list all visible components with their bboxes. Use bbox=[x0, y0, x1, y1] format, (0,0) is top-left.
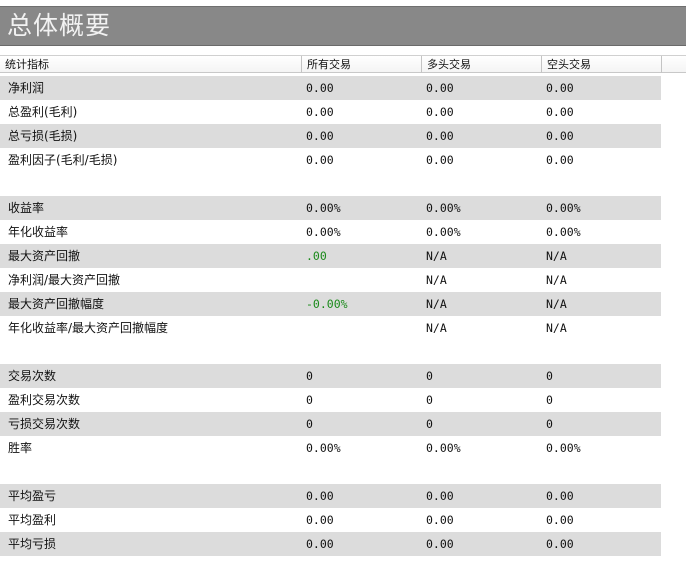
value-all-trades: 0 bbox=[306, 417, 313, 431]
value-all-trades: 0.00 bbox=[306, 537, 334, 551]
row-label: 年化收益率 bbox=[8, 225, 69, 239]
summary-title: 总体概要 bbox=[7, 11, 112, 40]
row-label: 亏损交易次数 bbox=[8, 417, 81, 431]
value-short-trades: 0.00 bbox=[546, 513, 574, 527]
row-label: 净利润/最大资产回撤 bbox=[8, 273, 121, 287]
table-row-winning-trades: 盈利交易次数 0 0 0 bbox=[0, 388, 661, 412]
value-short-trades: 0.00 bbox=[546, 81, 574, 95]
column-header-row: 统计指标 所有交易 多头交易 空头交易 bbox=[0, 55, 686, 73]
value-long-trades: 0.00 bbox=[426, 153, 454, 167]
value-long-trades: 0 bbox=[426, 393, 433, 407]
value-short-trades: N/A bbox=[546, 273, 567, 287]
value-all-trades: 0.00% bbox=[306, 201, 341, 215]
value-short-trades: 0.00 bbox=[546, 105, 574, 119]
value-short-trades: 0.00% bbox=[546, 201, 581, 215]
value-all-trades: 0.00 bbox=[306, 105, 334, 119]
row-label: 胜率 bbox=[8, 441, 33, 455]
row-label: 总亏损(毛损) bbox=[8, 129, 78, 143]
table-row-max-drawdown: 最大资产回撤 .00 N/A N/A bbox=[0, 244, 661, 268]
value-short-trades: 0.00% bbox=[546, 441, 581, 455]
table-row-net-profit: 净利润 0.00 0.00 0.00 bbox=[0, 76, 661, 100]
value-all-trades: 0 bbox=[306, 393, 313, 407]
row-label: 盈利交易次数 bbox=[8, 393, 81, 407]
summary-table: 净利润 0.00 0.00 0.00 总盈利(毛利) 0.00 0.00 0.0… bbox=[0, 76, 661, 556]
table-spacer bbox=[0, 172, 661, 196]
column-header-metric[interactable]: 统计指标 bbox=[0, 56, 302, 73]
value-all-trades: 0.00 bbox=[306, 129, 334, 143]
table-row-profit-factor: 盈利因子(毛利/毛损) 0.00 0.00 0.00 bbox=[0, 148, 661, 172]
column-header-all-trades[interactable]: 所有交易 bbox=[302, 56, 422, 73]
value-short-trades: 0 bbox=[546, 417, 553, 431]
row-label: 收益率 bbox=[8, 201, 45, 215]
table-row-avg-loss: 平均亏损 0.00 0.00 0.00 bbox=[0, 532, 661, 556]
value-short-trades: 0.00% bbox=[546, 225, 581, 239]
value-long-trades: 0.00 bbox=[426, 81, 454, 95]
row-label: 平均盈亏 bbox=[8, 489, 57, 503]
value-long-trades: 0 bbox=[426, 369, 433, 383]
row-label: 平均盈利 bbox=[8, 513, 57, 527]
value-all-trades: .00 bbox=[306, 249, 327, 263]
table-row-max-drawdown-pct: 最大资产回撤幅度 -0.00% N/A N/A bbox=[0, 292, 661, 316]
value-long-trades: N/A bbox=[426, 249, 447, 263]
value-all-trades: -0.00% bbox=[306, 297, 348, 311]
table-row-losing-trades: 亏损交易次数 0 0 0 bbox=[0, 412, 661, 436]
value-long-trades: 0 bbox=[426, 417, 433, 431]
value-long-trades: 0.00 bbox=[426, 105, 454, 119]
row-label: 交易次数 bbox=[8, 369, 57, 383]
table-row-gross-profit: 总盈利(毛利) 0.00 0.00 0.00 bbox=[0, 100, 661, 124]
value-short-trades: 0.00 bbox=[546, 153, 574, 167]
value-long-trades: 0.00 bbox=[426, 513, 454, 527]
table-row-win-rate: 胜率 0.00% 0.00% 0.00% bbox=[0, 436, 661, 460]
value-long-trades: 0.00% bbox=[426, 225, 461, 239]
value-long-trades: 0.00 bbox=[426, 537, 454, 551]
value-long-trades: 0.00 bbox=[426, 489, 454, 503]
table-row-avg-pnl: 平均盈亏 0.00 0.00 0.00 bbox=[0, 484, 661, 508]
value-long-trades: 0.00 bbox=[426, 129, 454, 143]
value-short-trades: N/A bbox=[546, 321, 567, 335]
value-short-trades: 0.00 bbox=[546, 489, 574, 503]
row-label: 平均亏损 bbox=[8, 537, 57, 551]
row-label: 最大资产回撤 bbox=[8, 249, 81, 263]
row-label: 盈利因子(毛利/毛损) bbox=[8, 153, 118, 167]
value-short-trades: 0 bbox=[546, 369, 553, 383]
value-long-trades: N/A bbox=[426, 297, 447, 311]
table-row-net-profit-over-drawdown: 净利润/最大资产回撤 N/A N/A bbox=[0, 268, 661, 292]
column-header-long-trades[interactable]: 多头交易 bbox=[422, 56, 542, 73]
table-row-return-rate: 收益率 0.00% 0.00% 0.00% bbox=[0, 196, 661, 220]
table-row-avg-profit: 平均盈利 0.00 0.00 0.00 bbox=[0, 508, 661, 532]
table-spacer bbox=[0, 460, 661, 484]
table-row-annual-return-over-drawdown-pct: 年化收益率/最大资产回撤幅度 N/A N/A bbox=[0, 316, 661, 340]
value-all-trades: 0.00 bbox=[306, 81, 334, 95]
column-header-short-trades[interactable]: 空头交易 bbox=[542, 56, 662, 73]
row-label: 最大资产回撤幅度 bbox=[8, 297, 105, 311]
table-row-annual-return: 年化收益率 0.00% 0.00% 0.00% bbox=[0, 220, 661, 244]
value-long-trades: N/A bbox=[426, 273, 447, 287]
row-label: 净利润 bbox=[8, 81, 45, 95]
row-label: 年化收益率/最大资产回撤幅度 bbox=[8, 321, 169, 335]
value-all-trades: 0.00 bbox=[306, 489, 334, 503]
value-all-trades: 0 bbox=[306, 369, 313, 383]
value-short-trades: N/A bbox=[546, 249, 567, 263]
value-all-trades: 0.00% bbox=[306, 441, 341, 455]
value-long-trades: 0.00% bbox=[426, 441, 461, 455]
table-row-gross-loss: 总亏损(毛损) 0.00 0.00 0.00 bbox=[0, 124, 661, 148]
value-long-trades: N/A bbox=[426, 321, 447, 335]
row-label: 总盈利(毛利) bbox=[8, 105, 78, 119]
value-short-trades: 0.00 bbox=[546, 537, 574, 551]
summary-header-bar: 总体概要 bbox=[0, 6, 686, 46]
value-all-trades: 0.00 bbox=[306, 513, 334, 527]
table-spacer bbox=[0, 340, 661, 364]
value-short-trades: N/A bbox=[546, 297, 567, 311]
value-long-trades: 0.00% bbox=[426, 201, 461, 215]
value-all-trades: 0.00% bbox=[306, 225, 341, 239]
table-row-trade-count: 交易次数 0 0 0 bbox=[0, 364, 661, 388]
value-short-trades: 0 bbox=[546, 393, 553, 407]
value-short-trades: 0.00 bbox=[546, 129, 574, 143]
value-all-trades: 0.00 bbox=[306, 153, 334, 167]
